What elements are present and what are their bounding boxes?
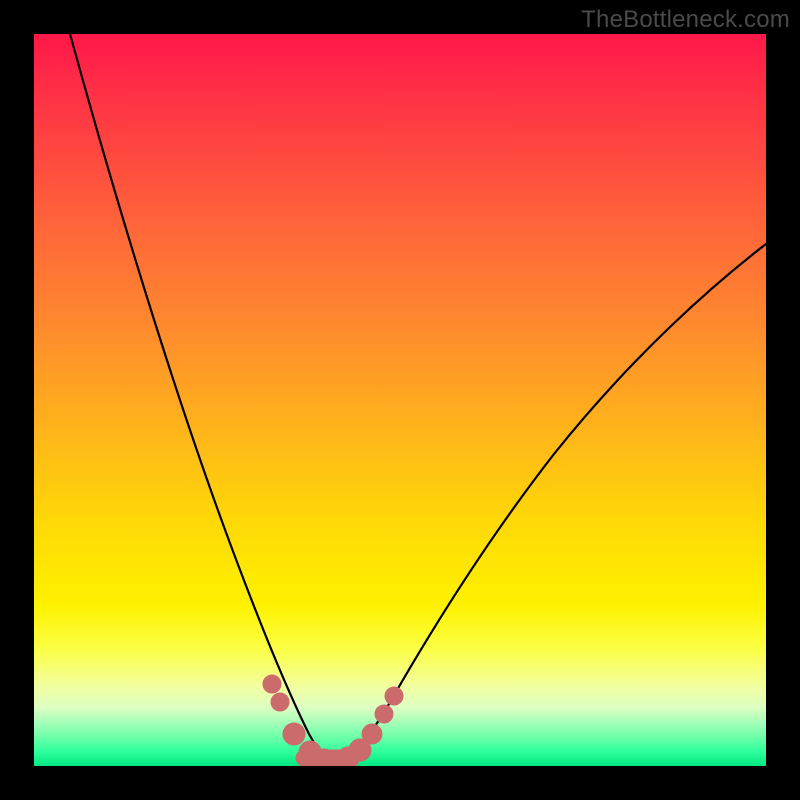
marker-dot	[263, 675, 281, 693]
chart-frame: TheBottleneck.com	[0, 0, 800, 800]
marker-base-bar	[296, 750, 358, 766]
marker-dot	[271, 693, 289, 711]
marker-dot	[283, 723, 305, 745]
bottleneck-curve-left	[70, 34, 334, 764]
highlight-marker-group	[263, 675, 403, 766]
marker-dot	[385, 687, 403, 705]
bottleneck-curve-right	[334, 244, 766, 764]
marker-dot	[362, 724, 382, 744]
watermark-text: TheBottleneck.com	[581, 6, 790, 34]
plot-area	[34, 34, 766, 766]
curve-layer	[34, 34, 766, 766]
marker-dot	[375, 705, 393, 723]
